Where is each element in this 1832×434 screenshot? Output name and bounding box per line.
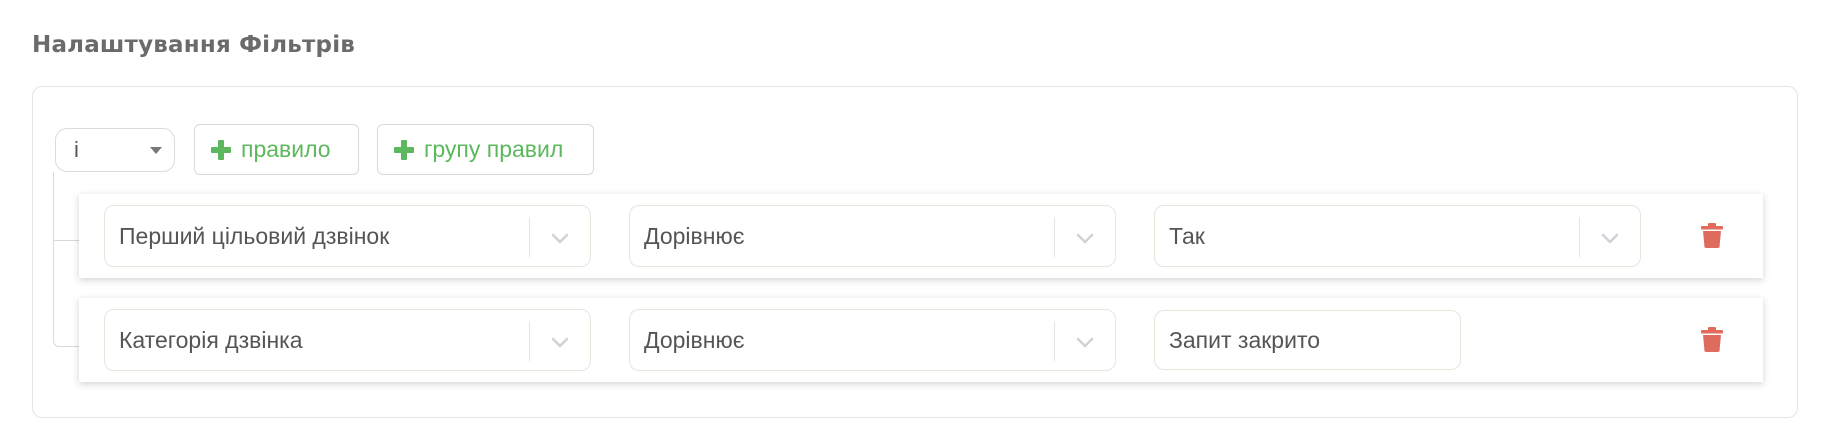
rule-tree-branch [53, 240, 79, 241]
rule-tree-connector [53, 172, 80, 347]
chevron-down-icon [551, 233, 569, 244]
plus-icon [211, 139, 231, 160]
add-rule-button[interactable]: правило [194, 124, 359, 175]
chevron-down-icon [1601, 233, 1619, 244]
add-group-label: групу правил [424, 136, 564, 162]
rule-value-value: Так [1169, 222, 1205, 249]
rule-operator-value: Дорівнює [644, 222, 745, 249]
rule-value-input[interactable] [1154, 310, 1461, 370]
select-separator [529, 321, 530, 361]
chevron-down-icon [1076, 337, 1094, 348]
rule-field-value: Категорія дзвінка [119, 326, 303, 353]
chevron-down-icon [551, 337, 569, 348]
rule-operator-select[interactable]: Дорівнює [629, 205, 1116, 267]
page-title: Налаштування Фільтрів [32, 32, 356, 58]
rule-field-select[interactable]: Перший цільовий дзвінок [104, 205, 591, 267]
plus-icon [394, 139, 414, 160]
select-separator [1579, 217, 1580, 257]
rule-field-select[interactable]: Категорія дзвінка [104, 309, 591, 371]
rule-value-select[interactable]: Так [1154, 205, 1641, 267]
select-separator [529, 217, 530, 257]
group-condition-value: і [74, 137, 79, 162]
rule-operator-value: Дорівнює [644, 326, 745, 353]
rule-operator-select[interactable]: Дорівнює [629, 309, 1116, 371]
rule-row: Категорія дзвінка Дорівнює [79, 298, 1763, 382]
add-rule-label: правило [241, 136, 331, 162]
trash-icon[interactable] [1701, 327, 1723, 352]
select-separator [1054, 217, 1055, 257]
select-separator [1054, 321, 1055, 361]
caret-down-icon [150, 147, 162, 154]
add-group-button[interactable]: групу правил [377, 124, 594, 175]
rule-field-value: Перший цільовий дзвінок [119, 222, 390, 249]
rule-row: Перший цільовий дзвінок Дорівнює Так [79, 194, 1763, 278]
group-condition-select[interactable]: і [55, 128, 175, 172]
chevron-down-icon [1076, 233, 1094, 244]
trash-icon[interactable] [1701, 223, 1723, 248]
